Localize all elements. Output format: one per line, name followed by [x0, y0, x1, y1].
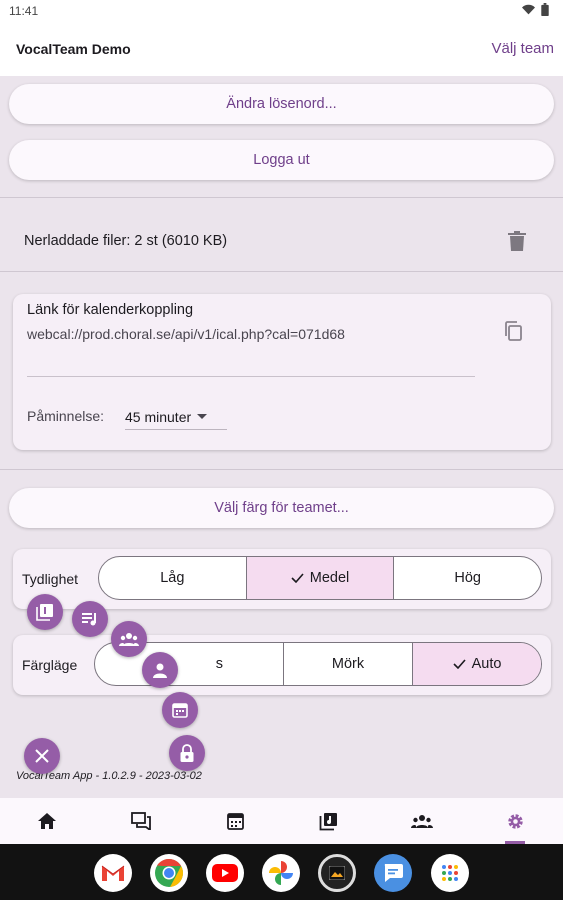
reminder-dropdown[interactable]: 45 minuter [125, 404, 227, 430]
status-time: 11:41 [9, 4, 39, 18]
youtube-icon [212, 864, 238, 882]
downloaded-files-text: Nerladdade filer: 2 st (6010 KB) [24, 233, 228, 249]
chrome-icon [155, 858, 183, 887]
gmail-icon [101, 865, 125, 881]
nav-settings[interactable] [485, 798, 545, 844]
library-icon [36, 604, 53, 621]
person-fab[interactable] [142, 652, 178, 688]
team-color-button[interactable]: Välj färg för teamet... [9, 488, 554, 528]
color-mode-card: Färgläge s Mörk Auto [13, 635, 551, 695]
system-dock [0, 844, 563, 900]
color-mode-option-auto[interactable]: Auto [413, 643, 541, 685]
clarity-option-low[interactable]: Låg [99, 557, 247, 599]
library-fab[interactable] [27, 594, 63, 630]
playlist-icon [82, 613, 96, 626]
segment-label: Auto [471, 656, 502, 672]
reminder-value: 45 minuter [125, 408, 192, 425]
divider [0, 271, 563, 272]
messages-icon [384, 864, 403, 882]
library-icon [319, 812, 337, 830]
calendar-icon [226, 813, 244, 830]
status-bar: 11:41 [0, 0, 563, 24]
groups-icon [119, 633, 139, 646]
apps-icon [442, 865, 458, 881]
segment-label-partial: s [215, 656, 223, 672]
trash-icon[interactable] [508, 231, 526, 251]
check-icon [291, 573, 304, 583]
dropdown-arrow-icon [197, 413, 208, 419]
photos-icon [269, 861, 293, 885]
chat-icon [131, 812, 151, 830]
check-icon [453, 659, 466, 669]
calendar-url-field[interactable]: webcal://prod.choral.se/api/v1/ical.php?… [27, 326, 409, 342]
clarity-segmented-control: Låg Medel Hög [98, 556, 542, 600]
color-mode-option-dark[interactable]: Mörk [284, 643, 413, 685]
page-title: VocalTeam Demo [16, 41, 131, 57]
close-fab[interactable] [24, 738, 60, 774]
close-icon [35, 749, 49, 763]
calendar-link-title: Länk för kalenderkoppling [27, 302, 194, 318]
select-team-button[interactable]: Välj team [491, 40, 554, 57]
groups-fab[interactable] [111, 621, 147, 657]
battery-icon [541, 3, 549, 16]
copy-icon[interactable] [502, 320, 524, 342]
calendar-link-card: Länk för kalenderkoppling webcal://prod.… [13, 294, 551, 450]
clarity-option-medium[interactable]: Medel [246, 557, 395, 599]
lock-fab[interactable] [169, 735, 205, 771]
nav-chat[interactable] [111, 798, 171, 844]
person-icon [153, 663, 167, 678]
clarity-option-high[interactable]: Hög [394, 557, 541, 599]
nav-home[interactable] [17, 798, 77, 844]
clarity-card: Tydlighet Låg Medel Hög [13, 549, 551, 609]
change-password-button[interactable]: Ändra lösenord... [9, 84, 554, 124]
calendar-icon [172, 703, 188, 718]
groups-icon [411, 815, 433, 828]
segment-label: Låg [160, 570, 185, 586]
wifi-icon [522, 4, 535, 15]
nav-calendar[interactable] [205, 798, 265, 844]
settings-content: Ändra lösenord... Logga ut Nerladdade fi… [0, 76, 563, 798]
divider [0, 197, 563, 198]
chrome-app[interactable] [150, 854, 188, 892]
nav-library[interactable] [298, 798, 358, 844]
clarity-label: Tydlighet [22, 571, 79, 587]
home-icon [38, 813, 56, 829]
bottom-navigation [0, 798, 563, 844]
photos-app[interactable] [262, 854, 300, 892]
calendar-field-underline [27, 376, 475, 377]
gallery-icon [329, 866, 345, 880]
color-mode-label: Färgläge [22, 657, 78, 673]
app-bar: VocalTeam Demo Välj team [0, 24, 563, 76]
lock-icon [180, 744, 194, 762]
divider [0, 469, 563, 470]
segment-label: Mörk [331, 656, 365, 672]
youtube-app[interactable] [206, 854, 244, 892]
reminder-label: Påminnelse: [27, 408, 105, 424]
status-icons [522, 3, 549, 16]
apps-app[interactable] [431, 854, 469, 892]
segment-label: Hög [454, 570, 481, 586]
gmail-app[interactable] [94, 854, 132, 892]
nav-groups[interactable] [392, 798, 452, 844]
settings-icon [507, 813, 523, 829]
playlist-fab[interactable] [72, 601, 108, 637]
messages-app[interactable] [374, 854, 412, 892]
segment-label: Medel [309, 570, 350, 586]
logout-button[interactable]: Logga ut [9, 140, 554, 180]
gallery-app[interactable] [318, 854, 356, 892]
calendar-fab[interactable] [162, 692, 198, 728]
